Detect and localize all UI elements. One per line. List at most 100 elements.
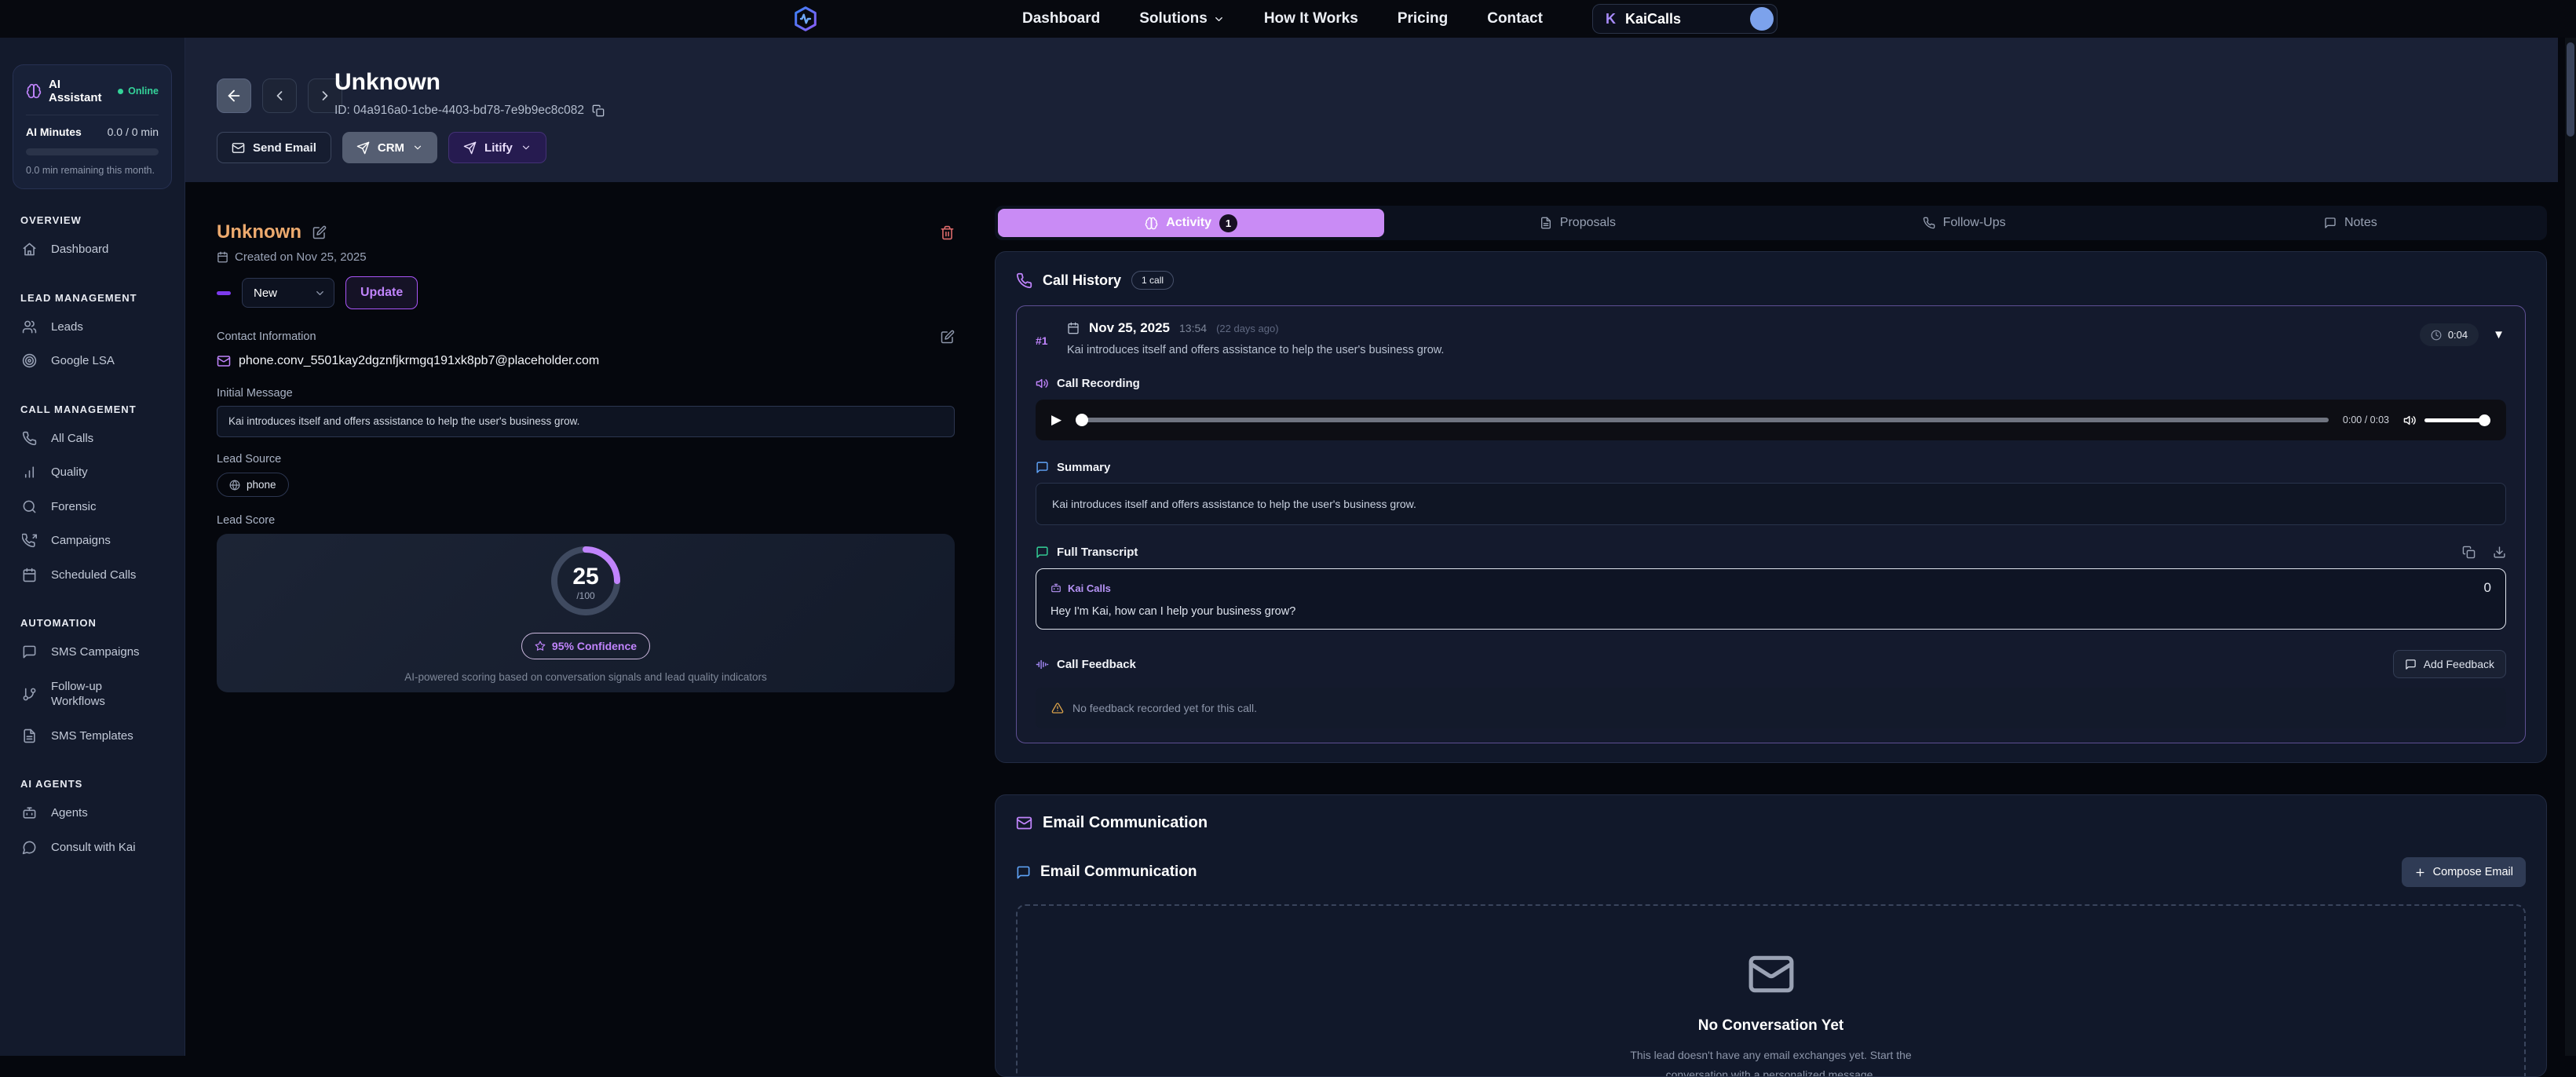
status-select[interactable]: New [242,278,334,308]
sidebar-item-all-calls[interactable]: All Calls [0,422,185,456]
activity-count-badge: 1 [1219,214,1237,232]
litify-button[interactable]: Litify [448,132,546,163]
section-title-ai-agents: AI AGENTS [0,778,185,796]
top-nav-links: Dashboard Solutions How It Works Pricing… [1022,0,1543,38]
tab-bar: Activity 1 Proposals Follow-Ups Notes [995,206,2547,240]
sidebar: AI Assistant Online AI Minutes 0.0 / 0 m… [0,38,185,1056]
sidebar-item-dashboard[interactable]: Dashboard [0,232,185,267]
ai-assistant-card: AI Assistant Online AI Minutes 0.0 / 0 m… [13,64,172,189]
calendar-icon [1067,322,1080,334]
sidebar-item-quality[interactable]: Quality [0,455,185,490]
delete-lead-icon[interactable] [940,225,955,240]
send-email-button[interactable]: Send Email [217,132,331,163]
sidebar-item-scheduled-calls[interactable]: Scheduled Calls [0,558,185,593]
chevron-left-icon [272,88,287,104]
avatar[interactable] [1750,7,1774,31]
page-scrollbar[interactable] [2565,38,2576,1056]
call-recording-label: Call Recording [1057,377,1140,390]
tab-proposals[interactable]: Proposals [1384,209,1770,237]
chevron-down-icon [521,142,532,153]
chevron-right-icon [317,88,333,104]
player-time: 0:00 / 0:03 [2343,414,2389,425]
lead-activity-column: Activity 1 Proposals Follow-Ups Notes Ca… [995,206,2547,1077]
sidebar-item-consult-with-kai[interactable]: Consult with Kai [0,831,185,865]
chevron-down-icon [314,287,326,299]
nav-contact[interactable]: Contact [1487,10,1543,27]
edit-name-icon[interactable] [312,225,327,239]
sidebar-item-follow-up-workflows[interactable]: Follow-up Workflows [0,670,185,719]
call-count-badge: 1 call [1131,271,1174,290]
update-status-button[interactable]: Update [345,276,418,309]
initial-message-field[interactable]: Kai introduces itself and offers assista… [217,406,955,437]
tab-notes[interactable]: Notes [2158,209,2544,237]
account-label: KaiCalls [1625,11,1741,27]
lead-score-max: /100 [548,590,623,601]
ai-minutes-label: AI Minutes [26,126,82,138]
tab-follow-ups[interactable]: Follow-Ups [1771,209,2158,237]
volume-thumb[interactable] [2479,414,2490,426]
sidebar-item-forensic[interactable]: Forensic [0,490,185,524]
contact-info-label: Contact Information [217,330,316,343]
play-button[interactable]: ▶ [1051,412,1061,428]
empty-state-caption: This lead doesn't have any email exchang… [1630,1046,1911,1077]
sidebar-item-google-lsa[interactable]: Google LSA [0,344,185,378]
brain-icon [1145,217,1158,230]
sidebar-item-sms-campaigns[interactable]: SMS Campaigns [0,635,185,670]
copy-icon[interactable] [2462,546,2476,559]
kaicalls-logo-icon [791,5,820,33]
email-empty-state: No Conversation Yet This lead doesn't ha… [1016,904,2526,1077]
section-title-call-management: CALL MANAGEMENT [0,403,185,422]
collapse-call-icon[interactable]: ▼ [2493,328,2505,341]
transcript-speaker: Kai Calls [1050,582,1111,594]
add-feedback-button[interactable]: Add Feedback [2393,650,2506,678]
sidebar-section-lead-management: LEAD MANAGEMENT Leads Google LSA [0,292,185,378]
call-relative-time: (22 days ago) [1216,323,1279,334]
sidebar-item-leads[interactable]: Leads [0,310,185,345]
mail-icon [217,354,231,368]
confidence-badge: 95% Confidence [521,633,650,659]
sidebar-item-sms-templates[interactable]: SMS Templates [0,719,185,754]
seek-thumb[interactable] [1076,414,1088,426]
ai-minutes-value: 0.0 / 0 min [108,126,159,138]
volume-slider[interactable] [2424,418,2490,422]
copy-icon[interactable] [592,104,605,117]
lead-id-text: ID: 04a916a0-1cbe-4403-bd78-7e9b9ec8c082 [334,104,584,118]
prev-lead-button[interactable] [262,78,297,113]
send-icon [463,141,477,155]
file-text-icon [22,728,37,743]
tab-activity[interactable]: Activity 1 [998,209,1384,237]
crm-button[interactable]: CRM [342,132,437,163]
phone-icon [1016,272,1032,289]
file-text-icon [1540,217,1552,229]
call-duration-badge: 0:04 [2420,323,2479,346]
sidebar-item-agents[interactable]: Agents [0,796,185,831]
seek-slider[interactable] [1076,418,2329,422]
compose-email-button[interactable]: Compose Email [2402,857,2526,887]
empty-state-title: No Conversation Yet [1698,1017,1843,1035]
nav-how-it-works[interactable]: How It Works [1264,10,1358,27]
robot-icon [22,805,37,820]
call-time: 13:54 [1179,322,1207,334]
message-circle-icon [22,840,37,855]
waveform-icon [1036,658,1049,671]
chevron-down-icon [412,142,423,153]
bar-chart-icon [22,465,37,480]
call-summary-line: Kai introduces itself and offers assista… [1067,344,2506,356]
edit-contact-icon[interactable] [941,330,955,344]
nav-solutions[interactable]: Solutions [1139,10,1225,27]
volume-icon[interactable] [2403,414,2417,427]
message-square-icon [2324,217,2337,229]
section-title-lead-management: LEAD MANAGEMENT [0,292,185,310]
lead-id: ID: 04a916a0-1cbe-4403-bd78-7e9b9ec8c082 [334,104,605,118]
nav-pricing[interactable]: Pricing [1398,10,1448,27]
scrollbar-thumb[interactable] [2567,42,2574,137]
back-button[interactable] [217,78,251,113]
download-icon[interactable] [2493,546,2506,559]
account-menu-button[interactable]: K KaiCalls [1592,4,1778,34]
mail-icon [1747,950,1796,999]
score-caption: AI-powered scoring based on conversation… [404,671,767,683]
audio-player: ▶ 0:00 / 0:03 [1036,400,2506,440]
sidebar-item-campaigns[interactable]: Campaigns [0,524,185,558]
nav-dashboard[interactable]: Dashboard [1022,10,1100,27]
sidebar-section-automation: AUTOMATION SMS Campaigns Follow-up Workf… [0,617,185,753]
